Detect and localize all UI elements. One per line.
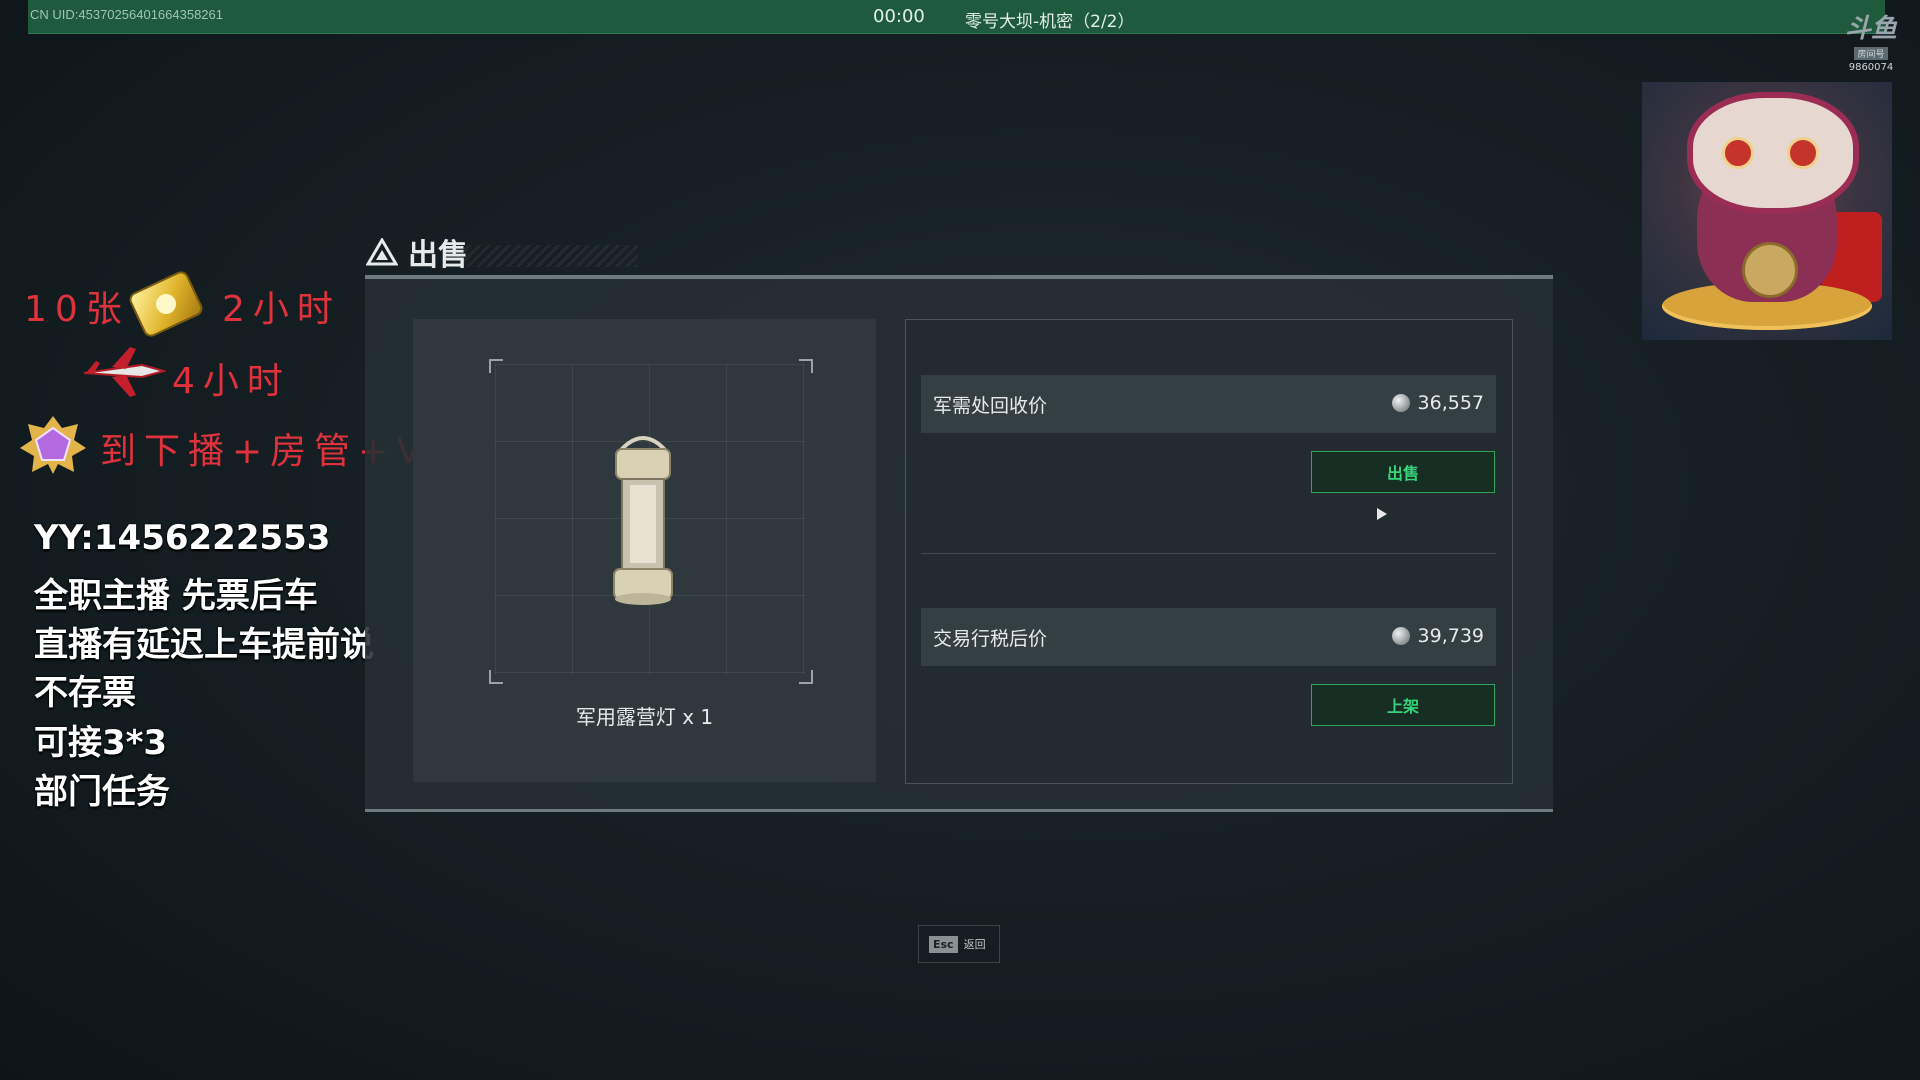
webcam-figure-coin <box>1742 242 1798 298</box>
promo-line1-left: 10张 <box>24 289 130 330</box>
uid-label: CN UID:45370256401664358261 <box>30 7 223 22</box>
frame-corner <box>799 359 813 373</box>
price-panel: 军需处回收价 36,557 出售 交易行税后价 39,739 上架 <box>905 319 1513 784</box>
item-preview-panel: 军用露营灯 x 1 <box>413 319 876 782</box>
match-timer: 00:00 <box>873 6 925 27</box>
room-id: 9860074 <box>1848 62 1894 73</box>
esc-key-badge: Esc <box>929 935 958 953</box>
promo-info-2: 全职主播 先票后车 <box>34 576 318 616</box>
sell-dialog-title: 出售 <box>366 232 468 273</box>
promo-info-3: 直播有延迟上车提前说 <box>34 625 374 665</box>
title-decoration <box>458 245 638 267</box>
gold-ticket-icon <box>129 271 203 337</box>
promo-info-1: YY:1456222553 <box>34 518 331 558</box>
webcam-feed <box>1642 82 1892 340</box>
sell-dialog: 军用露营灯 x 1 军需处回收价 36,557 出售 交易行税后价 39,739… <box>365 275 1553 812</box>
frame-corner <box>489 670 503 684</box>
warning-triangle-icon <box>366 238 398 266</box>
mouse-cursor-icon <box>1377 508 1387 520</box>
camping-lantern-icon <box>613 436 673 605</box>
promo-line1-right: 2小时 <box>222 289 341 330</box>
promo-info-4: 不存票 <box>34 673 136 713</box>
back-label: 返回 <box>963 938 986 951</box>
section-divider <box>921 553 1496 554</box>
gem-badge-icon <box>20 416 86 474</box>
item-name: 军用露营灯 x 1 <box>575 705 714 729</box>
merchant-price-label: 军需处回收价 <box>933 395 1048 417</box>
webcam-figure-head <box>1687 92 1859 214</box>
coin-icon <box>1391 394 1410 412</box>
promo-info-6: 部门任务 <box>34 772 170 812</box>
list-on-market-button[interactable]: 上架 <box>1311 684 1495 726</box>
frame-corner <box>799 670 813 684</box>
frame-corner <box>489 359 503 373</box>
merchant-price-row: 军需处回收价 36,557 <box>921 375 1496 433</box>
market-price-value-wrap: 39,739 <box>1391 625 1484 647</box>
stream-platform-logo: 斗鱼 房间号 9860074 <box>1840 16 1902 74</box>
promo-info-5: 可接3*3 <box>34 723 168 763</box>
back-button[interactable]: Esc 返回 <box>918 925 1000 963</box>
sell-title-text: 出售 <box>408 238 468 273</box>
room-label: 房间号 <box>1854 47 1888 60</box>
coin-icon <box>1391 627 1410 645</box>
promo-line2: 4小时 <box>172 361 291 402</box>
market-price-label: 交易行税后价 <box>933 628 1048 650</box>
sell-button[interactable]: 出售 <box>1311 451 1495 493</box>
webcam-figure-eye <box>1722 137 1754 169</box>
platform-logo-mark: 斗鱼 <box>1844 14 1897 44</box>
webcam-figure-eye <box>1787 137 1819 169</box>
merchant-price-value: 36,557 <box>1417 392 1484 414</box>
merchant-price-value-wrap: 36,557 <box>1391 392 1484 414</box>
jet-icon <box>83 347 166 397</box>
market-price-value: 39,739 <box>1417 625 1484 647</box>
map-name: 零号大坝-机密（2/2） <box>965 12 1135 32</box>
market-price-row: 交易行税后价 39,739 <box>921 608 1496 666</box>
top-status-bar: CN UID:45370256401664358261 00:00 零号大坝-机… <box>28 0 1885 34</box>
